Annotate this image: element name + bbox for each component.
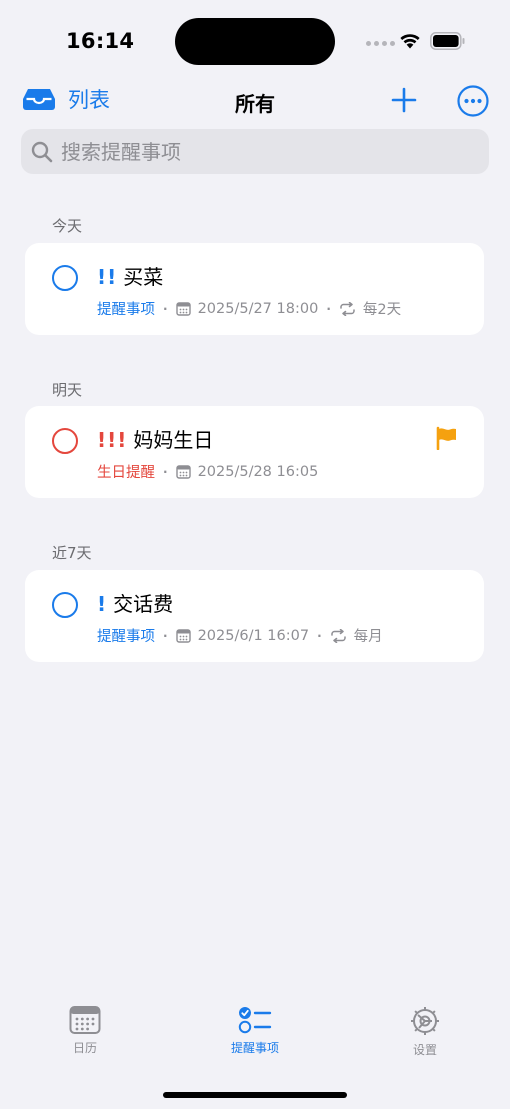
more-options-icon[interactable] xyxy=(456,84,490,118)
calendar-icon xyxy=(175,464,191,479)
search-input[interactable] xyxy=(61,139,461,164)
search-icon xyxy=(31,141,53,162)
tab-settings-label: 设置 xyxy=(412,1043,437,1057)
add-icon[interactable] xyxy=(388,84,420,116)
calendar-icon xyxy=(175,628,191,643)
section-header-today: 今天 xyxy=(52,217,83,235)
reminder-repeat: 每月 xyxy=(353,629,383,645)
cellular-signal-icon xyxy=(366,41,395,46)
reminder-datetime: 2025/5/27 18:00 xyxy=(197,300,319,317)
repeat-icon xyxy=(330,628,346,643)
reminder-list-name: 提醒事项 xyxy=(97,629,155,645)
separator-dot: · xyxy=(326,301,331,316)
section-header-tomorrow: 明天 xyxy=(52,381,83,399)
priority-indicator: !!! xyxy=(97,428,128,452)
reminder-meta: 提醒事项 · 2025/5/27 18:00 · 每2天 xyxy=(97,298,401,319)
screen: 16:14 列表 所有 搜索提醒事项 今天 !! 买菜 提醒事项 · 2025/… xyxy=(0,0,510,1109)
separator-dot: · xyxy=(163,628,168,643)
separator-dot: · xyxy=(163,464,168,479)
reminder-list-name: 提醒事项 xyxy=(97,302,155,318)
priority-indicator: !! xyxy=(97,265,118,289)
wifi-icon xyxy=(400,34,420,49)
nav-bar: 列表 所有 xyxy=(0,80,510,122)
calendar-icon xyxy=(69,1006,101,1034)
battery-icon xyxy=(430,32,465,50)
complete-checkbox[interactable] xyxy=(52,592,78,618)
reminder-list-name: 生日提醒 xyxy=(97,465,155,481)
tab-calendar-label: 日历 xyxy=(72,1041,97,1055)
status-time: 16:14 xyxy=(66,29,135,53)
priority-indicator: ! xyxy=(97,592,108,616)
reminder-card[interactable]: ! 交话费 提醒事项 · 2025/6/1 16:07 · 每月 xyxy=(25,570,484,662)
reminder-title-row: ! 交话费 xyxy=(97,588,173,617)
reminder-card[interactable]: !!! 妈妈生日 生日提醒 · 2025/5/28 16:05 xyxy=(25,406,484,498)
reminder-datetime: 2025/5/28 16:05 xyxy=(197,463,319,480)
checklist-icon xyxy=(238,1007,272,1034)
reminder-title: 妈妈生日 xyxy=(133,428,214,452)
tab-reminders[interactable]: 提醒事项 xyxy=(195,1005,315,1056)
calendar-icon xyxy=(175,301,191,316)
reminder-title-row: !! 买菜 xyxy=(97,261,163,290)
complete-checkbox[interactable] xyxy=(52,428,78,454)
separator-dot: · xyxy=(317,628,322,643)
dynamic-island xyxy=(175,18,335,65)
tab-calendar[interactable]: 日历 xyxy=(25,1005,145,1056)
home-indicator[interactable] xyxy=(163,1092,347,1098)
section-header-next-7-days: 近7天 xyxy=(52,544,92,562)
reminder-title: 买菜 xyxy=(123,265,164,289)
separator-dot: · xyxy=(163,301,168,316)
status-bar: 16:14 xyxy=(0,0,510,80)
page-title: 所有 xyxy=(235,92,275,116)
reminder-title: 交话费 xyxy=(113,592,174,616)
reminder-datetime: 2025/6/1 16:07 xyxy=(197,627,310,644)
flag-icon[interactable] xyxy=(435,426,459,450)
search-bar[interactable] xyxy=(21,129,489,174)
tab-settings[interactable]: 设置 xyxy=(365,1005,485,1058)
complete-checkbox[interactable] xyxy=(52,265,78,291)
reminder-repeat: 每2天 xyxy=(362,302,402,318)
reminder-card[interactable]: !! 买菜 提醒事项 · 2025/5/27 18:00 · 每2天 xyxy=(25,243,484,335)
tab-bar: 日历 提醒事项 设置 xyxy=(0,1005,510,1075)
reminder-meta: 生日提醒 · 2025/5/28 16:05 xyxy=(97,461,318,482)
gear-icon xyxy=(411,1007,439,1035)
repeat-icon xyxy=(340,301,355,316)
reminder-meta: 提醒事项 · 2025/6/1 16:07 · 每月 xyxy=(97,625,383,646)
reminder-title-row: !!! 妈妈生日 xyxy=(97,424,213,453)
tab-reminders-label: 提醒事项 xyxy=(230,1041,279,1055)
